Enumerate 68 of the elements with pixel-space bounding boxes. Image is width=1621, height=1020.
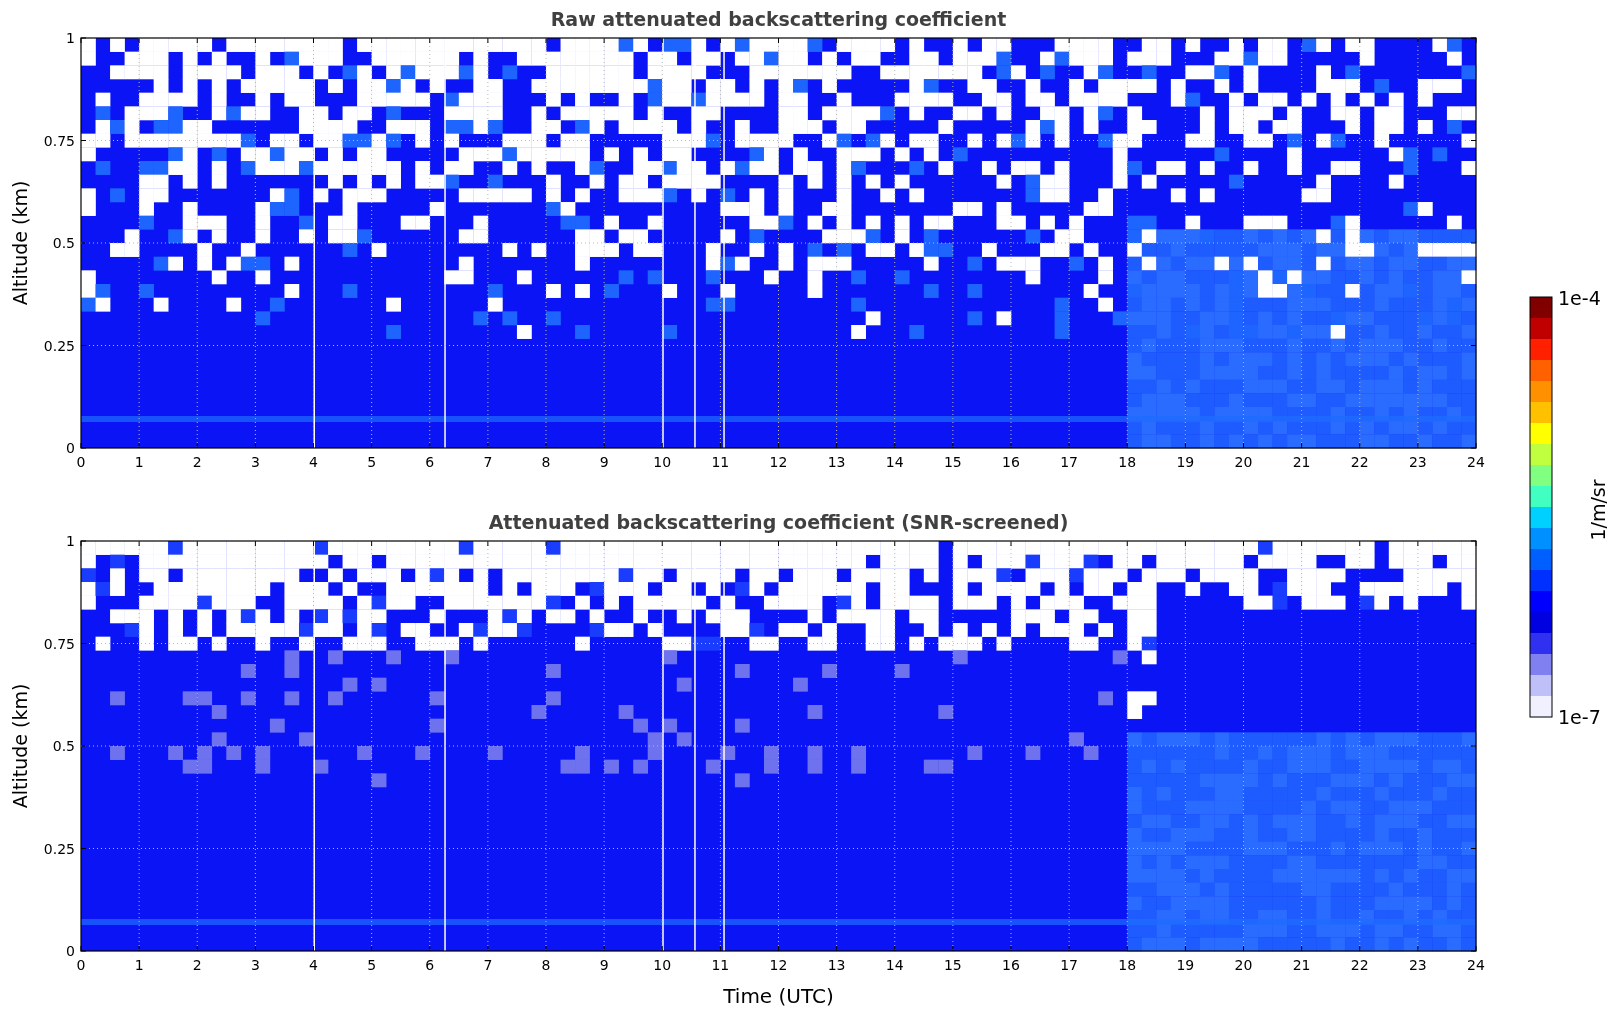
y-tick-label: 1 (66, 30, 75, 46)
x-tick-label: 2 (192, 957, 202, 973)
x-tick-label: 14 (885, 957, 904, 973)
y-tick-label: 0.25 (43, 337, 75, 354)
y-tick-label: 0 (66, 943, 75, 959)
x-tick-label: 12 (769, 454, 788, 470)
x-tick-label: 24 (1467, 957, 1485, 973)
x-tick-label: 1 (134, 957, 144, 973)
x-tick-label: 11 (711, 454, 730, 470)
colorbar-label: 1/m/sr (1587, 479, 1609, 541)
x-tick-label: 3 (250, 454, 260, 470)
x-tick-label: 4 (309, 957, 318, 973)
colorbar-max-label: 1e-4 (1558, 287, 1601, 309)
x-tick-label: 2 (192, 454, 202, 470)
y-axis-label: Altitude (km) (9, 180, 31, 306)
colorbar-min-label: 1e-7 (1558, 706, 1601, 728)
x-tick-label: 8 (541, 957, 551, 973)
chart-title: Raw attenuated backscattering coefficient (550, 8, 1007, 30)
x-tick-label: 18 (1118, 957, 1137, 973)
x-tick-label: 14 (885, 454, 904, 470)
x-tick-label: 19 (1176, 957, 1195, 973)
x-tick-label: 15 (943, 957, 962, 973)
x-tick-label: 6 (425, 957, 435, 973)
x-tick-label: 4 (309, 454, 318, 470)
y-tick-label: 0 (66, 440, 75, 456)
x-tick-label: 6 (425, 454, 435, 470)
x-tick-label: 21 (1292, 454, 1311, 470)
x-tick-label: 16 (1002, 454, 1020, 470)
x-tick-label: 10 (653, 454, 672, 470)
x-tick-label: 9 (599, 454, 609, 470)
x-tick-label: 17 (1060, 957, 1079, 973)
x-tick-label: 5 (367, 454, 377, 470)
x-tick-label: 7 (483, 957, 493, 973)
x-tick-label: 18 (1118, 454, 1137, 470)
x-tick-label: 19 (1176, 454, 1195, 470)
y-tick-label: 1 (66, 533, 75, 549)
x-tick-label: 10 (653, 957, 672, 973)
y-tick-label: 0.75 (43, 635, 75, 652)
x-tick-label: 16 (1002, 957, 1020, 973)
x-tick-label: 1 (134, 454, 144, 470)
x-tick-label: 13 (827, 957, 846, 973)
x-tick-label: 23 (1408, 454, 1427, 470)
x-tick-label: 0 (76, 957, 86, 973)
x-tick-label: 20 (1234, 454, 1253, 470)
x-tick-label: 9 (599, 957, 609, 973)
x-axis-label: Time (UTC) (723, 984, 834, 1008)
x-tick-label: 20 (1234, 957, 1253, 973)
x-tick-label: 11 (711, 957, 730, 973)
y-tick-label: 0.5 (52, 235, 75, 251)
y-tick-label: 0.25 (43, 840, 75, 857)
x-tick-label: 22 (1350, 454, 1369, 470)
chart-title: Attenuated backscattering coefficient (SNR-screened) (488, 511, 1069, 533)
x-tick-label: 7 (483, 454, 493, 470)
y-axis-label: Altitude (km) (9, 683, 31, 809)
x-tick-label: 15 (943, 454, 962, 470)
x-tick-label: 12 (769, 957, 788, 973)
y-tick-label: 0.5 (52, 738, 75, 754)
x-tick-label: 23 (1408, 957, 1427, 973)
x-tick-label: 22 (1350, 957, 1369, 973)
x-tick-label: 5 (367, 957, 377, 973)
x-tick-label: 17 (1060, 454, 1079, 470)
x-tick-label: 8 (541, 454, 551, 470)
x-tick-label: 21 (1292, 957, 1311, 973)
x-tick-label: 0 (76, 454, 86, 470)
y-tick-label: 0.75 (43, 132, 75, 149)
x-tick-label: 3 (250, 957, 260, 973)
x-tick-label: 13 (827, 454, 846, 470)
x-tick-label: 24 (1467, 454, 1485, 470)
